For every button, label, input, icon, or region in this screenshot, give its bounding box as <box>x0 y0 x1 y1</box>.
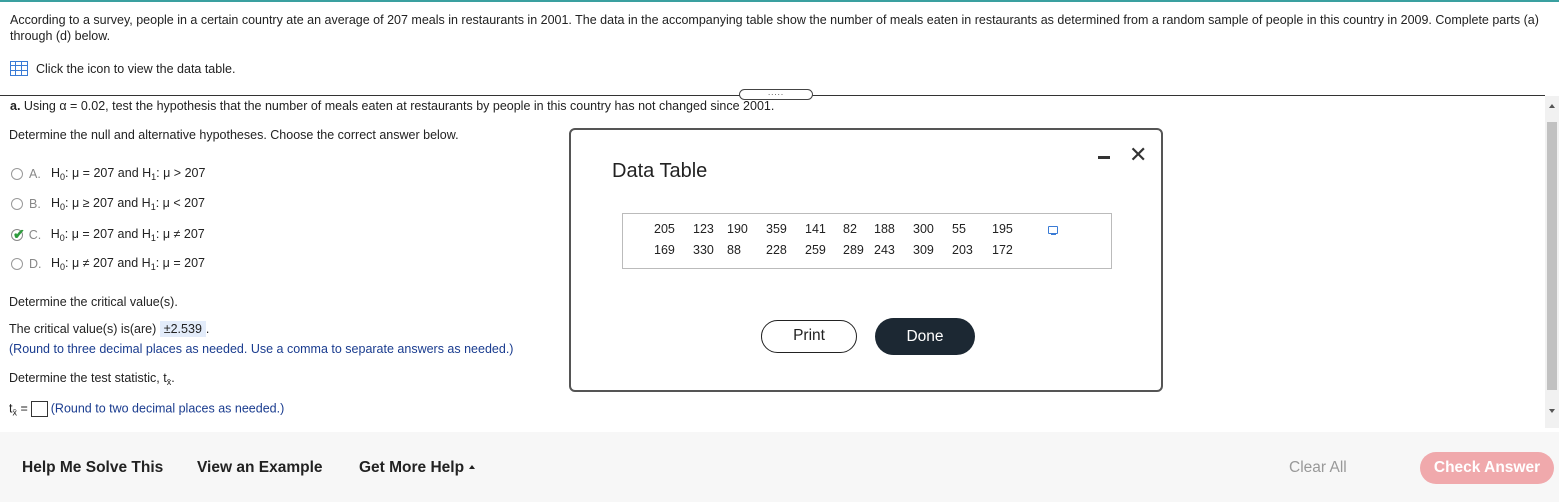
critical-value-prompt: The critical value(s) is(are) <box>9 322 157 336</box>
option-a-text: H0: μ = 207 and H1: μ > 207 <box>51 166 206 182</box>
test-statistic-question: Determine the test statistic, tx̄. <box>9 371 175 387</box>
scroll-down-icon[interactable] <box>1549 409 1555 413</box>
data-cell: 309 <box>913 243 934 257</box>
test-statistic-hint: (Round to two decimal places as needed.) <box>50 401 285 416</box>
data-cell: 243 <box>874 243 895 257</box>
check-answer-button[interactable]: Check Answer <box>1420 452 1554 484</box>
clear-all-button[interactable]: Clear All <box>1289 459 1347 477</box>
scroll-up-icon[interactable] <box>1549 104 1555 108</box>
data-cell: 82 <box>843 222 857 236</box>
hypotheses-question: Determine the null and alternative hypot… <box>9 128 459 142</box>
help-me-solve-button[interactable]: Help Me Solve This <box>22 459 163 477</box>
checkmark-icon: ✔ <box>13 226 25 242</box>
data-cell: 55 <box>952 222 966 236</box>
footer-bar: Help Me Solve This View an Example Get M… <box>0 432 1559 502</box>
option-d[interactable]: D. H0: μ ≠ 207 and H1: μ = 207 <box>11 256 205 272</box>
data-cell: 300 <box>913 222 934 236</box>
data-cell: 172 <box>992 243 1013 257</box>
vertical-scrollbar[interactable] <box>1545 96 1559 428</box>
caret-up-icon <box>469 465 476 469</box>
data-cell: 123 <box>693 222 714 236</box>
option-letter: A. <box>29 167 41 181</box>
part-a-text: Using α = 0.02, test the hypothesis that… <box>23 99 775 113</box>
minimize-icon[interactable] <box>1098 156 1110 159</box>
data-cell: 188 <box>874 222 895 236</box>
option-c-text: H0: μ = 207 and H1: μ ≠ 207 <box>50 226 205 243</box>
data-cell: 203 <box>952 243 973 257</box>
option-letter: C. <box>28 227 42 242</box>
option-letter: D. <box>29 257 42 271</box>
data-cell: 228 <box>766 243 787 257</box>
test-statistic-line: tx̄ = (Round to two decimal places as nee… <box>9 401 285 418</box>
top-accent-line <box>0 0 1559 2</box>
data-cell: 205 <box>654 222 675 236</box>
data-cell: 195 <box>992 222 1013 236</box>
option-letter: B. <box>29 197 41 211</box>
done-button[interactable]: Done <box>875 318 975 355</box>
critical-value-line: The critical value(s) is(are) ±2.539. <box>9 321 210 337</box>
scrollbar-thumb[interactable] <box>1547 122 1557 390</box>
critical-value-answer[interactable]: ±2.539 <box>159 321 206 337</box>
close-icon[interactable]: ✕ <box>1129 144 1147 166</box>
option-b-text: H0: μ ≥ 207 and H1: μ < 207 <box>51 196 205 212</box>
data-link-label[interactable]: Click the icon to view the data table. <box>36 62 235 76</box>
data-cell: 359 <box>766 222 787 236</box>
dialog-title: Data Table <box>612 160 708 182</box>
option-a[interactable]: A. H0: μ = 207 and H1: μ > 207 <box>11 166 205 182</box>
critical-value-question: Determine the critical value(s). <box>9 295 178 309</box>
option-b[interactable]: B. H0: μ ≥ 207 and H1: μ < 207 <box>11 196 205 212</box>
part-a-label: a. <box>10 99 21 113</box>
radio-d[interactable] <box>11 258 23 270</box>
data-table-link[interactable]: Click the icon to view the data table. <box>10 61 235 76</box>
view-example-button[interactable]: View an Example <box>197 459 323 477</box>
data-cell: 330 <box>693 243 714 257</box>
table-icon[interactable] <box>10 61 28 76</box>
data-cell: 169 <box>654 243 675 257</box>
radio-b[interactable] <box>11 198 23 210</box>
option-d-text: H0: μ ≠ 207 and H1: μ = 207 <box>51 256 205 272</box>
data-row-2: 169 330 88 228 259 289 243 309 203 172 <box>654 243 1022 257</box>
data-values-table: 205 123 190 359 141 82 188 300 55 195 169 330 88 228… <box>622 213 1112 269</box>
copy-icon[interactable] <box>1048 226 1058 235</box>
data-table-dialog: Data Table ✕ 205 123 190 359 141 82 188 300 55 19… <box>569 128 1163 392</box>
part-a-prompt: a. Using α = 0.02, test the hypothesis t… <box>10 99 774 113</box>
option-c[interactable]: ✔ C. H0: μ = 207 and H1: μ ≠ 207 <box>11 226 205 243</box>
radio-a[interactable] <box>11 168 23 180</box>
data-cell: 190 <box>727 222 748 236</box>
data-cell: 259 <box>805 243 826 257</box>
data-cell: 88 <box>727 243 741 257</box>
test-statistic-input[interactable] <box>30 401 48 417</box>
print-button[interactable]: Print <box>761 320 857 353</box>
get-more-help-button[interactable]: Get More Help <box>359 459 476 477</box>
problem-statement: According to a survey, people in a certa… <box>10 13 1539 43</box>
critical-value-hint: (Round to three decimal places as needed… <box>9 342 514 356</box>
data-cell: 289 <box>843 243 864 257</box>
data-cell: 141 <box>805 222 826 236</box>
data-row-1: 205 123 190 359 141 82 188 300 55 195 <box>654 222 1022 236</box>
